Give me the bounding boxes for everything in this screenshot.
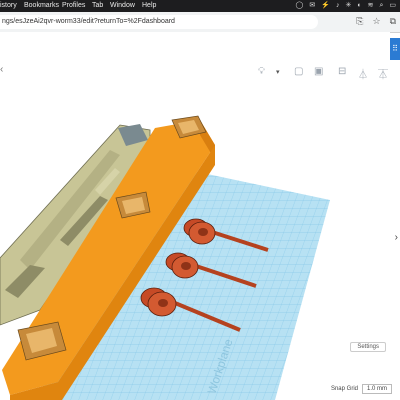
snap-grid-control: Snap Grid 1.0 mm xyxy=(331,384,392,394)
status-icons: ◯ ✉ ⚡ ♪ ✳ ◐ ≋ ⌕ ▭ xyxy=(296,0,396,12)
status-icon[interactable]: ✉ xyxy=(309,0,315,12)
url-field[interactable]: ngs/esJzeAi2qvr-worm33/edit?returnTo=%2F… xyxy=(0,15,318,29)
cast-icon[interactable]: ⎘ xyxy=(356,16,363,27)
menu-history[interactable]: istory xyxy=(0,0,17,12)
snap-grid-label: Snap Grid xyxy=(330,386,358,392)
status-icon[interactable]: ⚡ xyxy=(321,0,330,12)
nav-arrow-icon[interactable]: ‹ xyxy=(0,64,3,75)
menu-tab[interactable]: Tab xyxy=(92,0,103,12)
toolbar-spacer xyxy=(0,32,390,36)
star-icon[interactable]: ☆ xyxy=(372,16,380,27)
extensions-icon[interactable]: ⧉ xyxy=(390,16,396,27)
lightbulb-icon[interactable]: 💡︎ xyxy=(258,66,265,77)
align-icon[interactable]: ⊟ xyxy=(338,66,346,77)
editor-toolbar: ‹ 💡︎ ▾ ▢ ▣ ⊟ ⏃ ⏄ xyxy=(0,58,390,87)
ungroup-icon[interactable]: ▣ xyxy=(314,66,323,77)
menu-help[interactable]: Help xyxy=(142,0,156,12)
status-icon[interactable]: ♪ xyxy=(336,0,340,12)
mirror-icon[interactable]: ⏃ xyxy=(358,66,368,81)
group-icon[interactable]: ▢ xyxy=(294,66,303,77)
snap-grid-select[interactable]: 1.0 mm xyxy=(361,384,392,394)
dropdown-icon[interactable]: ▾ xyxy=(276,68,280,76)
menu-profiles[interactable]: Profiles xyxy=(62,0,85,12)
status-icon[interactable]: ✳ xyxy=(345,0,351,12)
panel-toggle-icon[interactable]: › xyxy=(395,232,398,243)
address-bar: ngs/esJzeAi2qvr-worm33/edit?returnTo=%2F… xyxy=(0,12,400,33)
scene-svg: Workplane xyxy=(0,115,330,400)
status-icon[interactable]: ◯ xyxy=(296,0,304,12)
search-icon[interactable]: ⌕ xyxy=(379,0,383,12)
menu-window[interactable]: Window xyxy=(110,0,135,12)
status-icon[interactable]: ◐ xyxy=(357,0,361,12)
menu-bar: istory Bookmarks Profiles Tab Window Hel… xyxy=(0,0,400,12)
flip-icon[interactable]: ⏄ xyxy=(378,66,388,81)
settings-button[interactable]: Settings xyxy=(350,342,386,352)
menu-bookmarks[interactable]: Bookmarks xyxy=(24,0,59,12)
grid-menu-button[interactable]: ⠿ xyxy=(390,38,400,60)
control-center-icon[interactable]: ▭ xyxy=(389,0,396,12)
3d-viewport[interactable]: Workplane Settings Snap Grid 1.0 mm xyxy=(0,86,400,400)
wifi-icon[interactable]: ≋ xyxy=(368,0,374,12)
